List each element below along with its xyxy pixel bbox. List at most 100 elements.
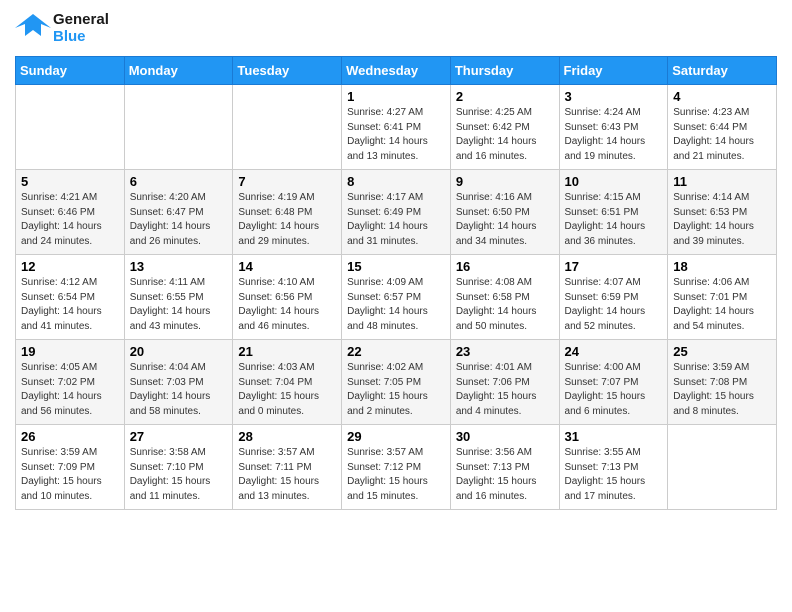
cell-info: Sunrise: 4:20 AM Sunset: 6:47 PM Dayligh… [130, 191, 228, 249]
cell-info: Sunrise: 4:15 AM Sunset: 6:51 PM Dayligh… [565, 191, 663, 249]
calendar-cell [124, 85, 233, 170]
day-number: 12 [21, 259, 119, 274]
calendar-day-header: Sunday [16, 57, 125, 85]
cell-info: Sunrise: 4:09 AM Sunset: 6:57 PM Dayligh… [347, 276, 445, 334]
calendar-cell: 23 Sunrise: 4:01 AM Sunset: 7:06 PM Dayli… [450, 340, 559, 425]
calendar-table: SundayMondayTuesdayWednesdayThursdayFrid… [15, 56, 777, 510]
cell-info: Sunrise: 4:21 AM Sunset: 6:46 PM Dayligh… [21, 191, 119, 249]
day-number: 29 [347, 429, 445, 444]
cell-info: Sunrise: 4:17 AM Sunset: 6:49 PM Dayligh… [347, 191, 445, 249]
day-number: 14 [238, 259, 336, 274]
logo-blue-text: Blue [53, 28, 109, 45]
day-number: 10 [565, 174, 663, 189]
day-number: 26 [21, 429, 119, 444]
day-number: 8 [347, 174, 445, 189]
logo: GeneralBlue [15, 10, 109, 46]
cell-info: Sunrise: 4:12 AM Sunset: 6:54 PM Dayligh… [21, 276, 119, 334]
calendar-day-header: Saturday [668, 57, 777, 85]
calendar-cell [668, 425, 777, 510]
day-number: 20 [130, 344, 228, 359]
calendar-cell: 17 Sunrise: 4:07 AM Sunset: 6:59 PM Dayli… [559, 255, 668, 340]
calendar-cell: 20 Sunrise: 4:04 AM Sunset: 7:03 PM Dayli… [124, 340, 233, 425]
day-number: 4 [673, 89, 771, 104]
calendar-cell: 13 Sunrise: 4:11 AM Sunset: 6:55 PM Dayli… [124, 255, 233, 340]
calendar-day-header: Monday [124, 57, 233, 85]
calendar-cell: 19 Sunrise: 4:05 AM Sunset: 7:02 PM Dayli… [16, 340, 125, 425]
calendar-cell: 11 Sunrise: 4:14 AM Sunset: 6:53 PM Dayli… [668, 170, 777, 255]
calendar-cell: 2 Sunrise: 4:25 AM Sunset: 6:42 PM Daylig… [450, 85, 559, 170]
calendar-week-row: 26 Sunrise: 3:59 AM Sunset: 7:09 PM Dayli… [16, 425, 777, 510]
cell-info: Sunrise: 4:11 AM Sunset: 6:55 PM Dayligh… [130, 276, 228, 334]
day-number: 27 [130, 429, 228, 444]
cell-info: Sunrise: 4:01 AM Sunset: 7:06 PM Dayligh… [456, 361, 554, 419]
day-number: 11 [673, 174, 771, 189]
day-number: 25 [673, 344, 771, 359]
calendar-week-row: 19 Sunrise: 4:05 AM Sunset: 7:02 PM Dayli… [16, 340, 777, 425]
calendar-cell: 7 Sunrise: 4:19 AM Sunset: 6:48 PM Daylig… [233, 170, 342, 255]
calendar-cell [16, 85, 125, 170]
calendar-cell: 24Sunrise: 4:00 AM Sunset: 7:07 PM Dayli… [559, 340, 668, 425]
logo-general-text: General [53, 11, 109, 28]
calendar-cell: 14 Sunrise: 4:10 AM Sunset: 6:56 PM Dayli… [233, 255, 342, 340]
day-number: 9 [456, 174, 554, 189]
day-number: 5 [21, 174, 119, 189]
day-number: 1 [347, 89, 445, 104]
calendar-cell: 31Sunrise: 3:55 AM Sunset: 7:13 PM Dayli… [559, 425, 668, 510]
calendar-day-header: Friday [559, 57, 668, 85]
calendar-cell: 12 Sunrise: 4:12 AM Sunset: 6:54 PM Dayli… [16, 255, 125, 340]
logo-bird-icon [15, 10, 51, 46]
cell-info: Sunrise: 4:05 AM Sunset: 7:02 PM Dayligh… [21, 361, 119, 419]
day-number: 17 [565, 259, 663, 274]
calendar-cell: 8 Sunrise: 4:17 AM Sunset: 6:49 PM Daylig… [342, 170, 451, 255]
day-number: 28 [238, 429, 336, 444]
calendar-cell: 4 Sunrise: 4:23 AM Sunset: 6:44 PM Daylig… [668, 85, 777, 170]
calendar-cell: 1 Sunrise: 4:27 AM Sunset: 6:41 PM Daylig… [342, 85, 451, 170]
calendar-cell: 27Sunrise: 3:58 AM Sunset: 7:10 PM Dayli… [124, 425, 233, 510]
day-number: 7 [238, 174, 336, 189]
calendar-cell [233, 85, 342, 170]
cell-info: Sunrise: 4:14 AM Sunset: 6:53 PM Dayligh… [673, 191, 771, 249]
calendar-cell: 5 Sunrise: 4:21 AM Sunset: 6:46 PM Daylig… [16, 170, 125, 255]
calendar-day-header: Thursday [450, 57, 559, 85]
calendar-cell: 15Sunrise: 4:09 AM Sunset: 6:57 PM Dayli… [342, 255, 451, 340]
day-number: 13 [130, 259, 228, 274]
day-number: 30 [456, 429, 554, 444]
cell-info: Sunrise: 3:59 AM Sunset: 7:09 PM Dayligh… [21, 446, 119, 504]
calendar-cell: 30Sunrise: 3:56 AM Sunset: 7:13 PM Dayli… [450, 425, 559, 510]
day-number: 2 [456, 89, 554, 104]
calendar-cell: 16 Sunrise: 4:08 AM Sunset: 6:58 PM Dayli… [450, 255, 559, 340]
calendar-cell: 3Sunrise: 4:24 AM Sunset: 6:43 PM Daylig… [559, 85, 668, 170]
calendar-cell: 28 Sunrise: 3:57 AM Sunset: 7:11 PM Dayli… [233, 425, 342, 510]
cell-info: Sunrise: 4:19 AM Sunset: 6:48 PM Dayligh… [238, 191, 336, 249]
cell-info: Sunrise: 4:10 AM Sunset: 6:56 PM Dayligh… [238, 276, 336, 334]
cell-info: Sunrise: 4:23 AM Sunset: 6:44 PM Dayligh… [673, 106, 771, 164]
day-number: 3 [565, 89, 663, 104]
calendar-week-row: 12 Sunrise: 4:12 AM Sunset: 6:54 PM Dayli… [16, 255, 777, 340]
cell-info: Sunrise: 3:57 AM Sunset: 7:11 PM Dayligh… [238, 446, 336, 504]
day-number: 22 [347, 344, 445, 359]
calendar-cell: 21 Sunrise: 4:03 AM Sunset: 7:04 PM Dayli… [233, 340, 342, 425]
calendar-week-row: 5 Sunrise: 4:21 AM Sunset: 6:46 PM Daylig… [16, 170, 777, 255]
day-number: 16 [456, 259, 554, 274]
cell-info: Sunrise: 3:57 AM Sunset: 7:12 PM Dayligh… [347, 446, 445, 504]
calendar-cell: 26 Sunrise: 3:59 AM Sunset: 7:09 PM Dayli… [16, 425, 125, 510]
calendar-cell: 29 Sunrise: 3:57 AM Sunset: 7:12 PM Dayli… [342, 425, 451, 510]
cell-info: Sunrise: 4:08 AM Sunset: 6:58 PM Dayligh… [456, 276, 554, 334]
cell-info: Sunrise: 4:02 AM Sunset: 7:05 PM Dayligh… [347, 361, 445, 419]
calendar-cell: 6Sunrise: 4:20 AM Sunset: 6:47 PM Daylig… [124, 170, 233, 255]
day-number: 21 [238, 344, 336, 359]
calendar-week-row: 1 Sunrise: 4:27 AM Sunset: 6:41 PM Daylig… [16, 85, 777, 170]
day-number: 23 [456, 344, 554, 359]
calendar-cell: 10 Sunrise: 4:15 AM Sunset: 6:51 PM Dayli… [559, 170, 668, 255]
cell-info: Sunrise: 4:07 AM Sunset: 6:59 PM Dayligh… [565, 276, 663, 334]
cell-info: Sunrise: 4:04 AM Sunset: 7:03 PM Dayligh… [130, 361, 228, 419]
day-number: 31 [565, 429, 663, 444]
cell-info: Sunrise: 4:03 AM Sunset: 7:04 PM Dayligh… [238, 361, 336, 419]
cell-info: Sunrise: 4:25 AM Sunset: 6:42 PM Dayligh… [456, 106, 554, 164]
cell-info: Sunrise: 4:27 AM Sunset: 6:41 PM Dayligh… [347, 106, 445, 164]
day-number: 19 [21, 344, 119, 359]
calendar-cell: 9Sunrise: 4:16 AM Sunset: 6:50 PM Daylig… [450, 170, 559, 255]
calendar-header-row: SundayMondayTuesdayWednesdayThursdayFrid… [16, 57, 777, 85]
calendar-cell: 18Sunrise: 4:06 AM Sunset: 7:01 PM Dayli… [668, 255, 777, 340]
calendar-day-header: Wednesday [342, 57, 451, 85]
